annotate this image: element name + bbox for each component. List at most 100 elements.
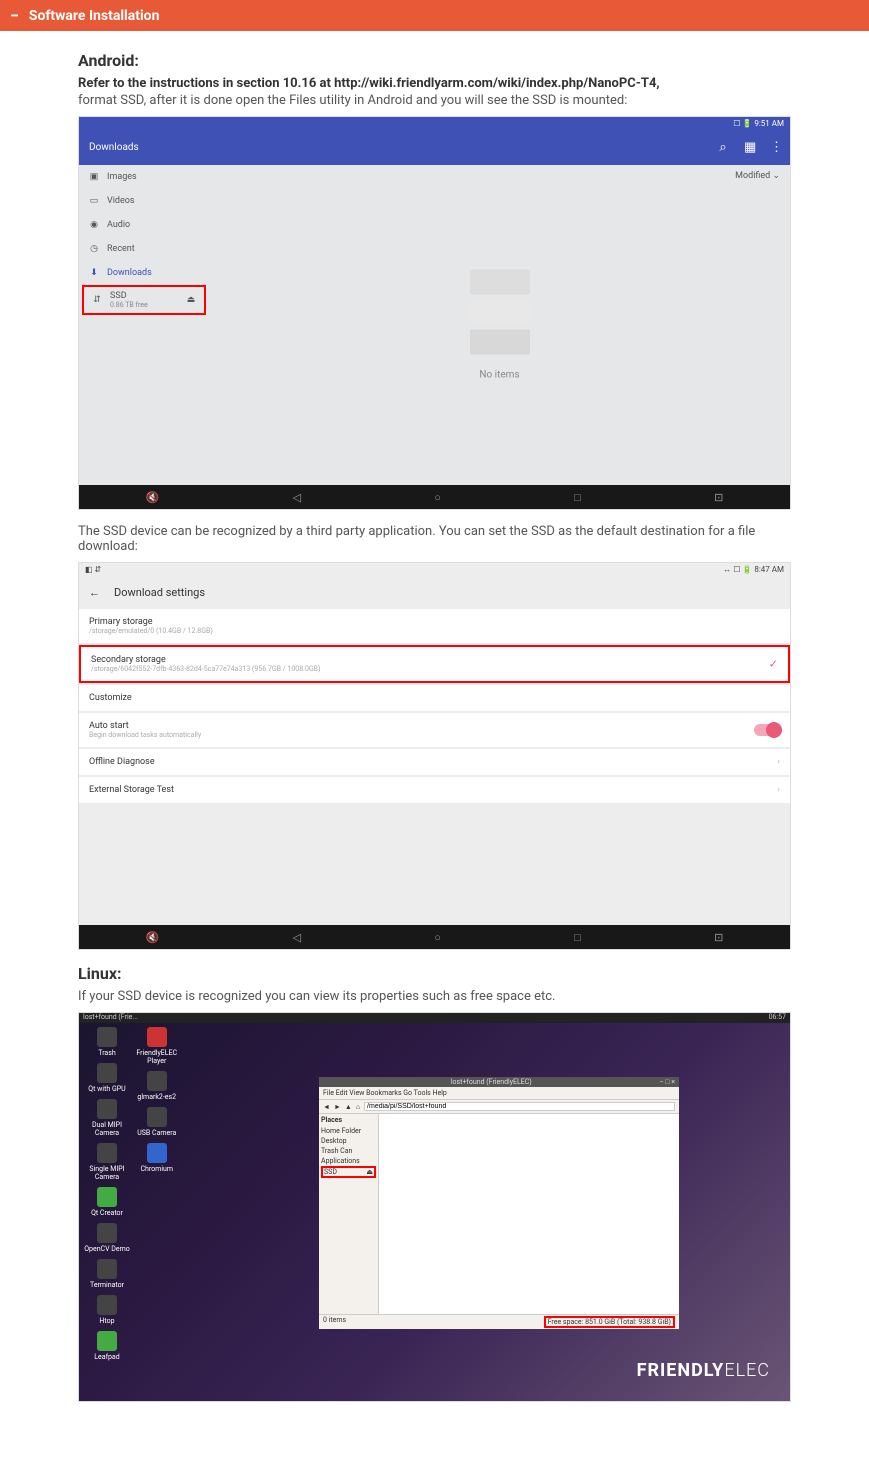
row-offline-diagnose[interactable]: Offline Diagnose› (79, 749, 790, 775)
settings-header: ← Download settings (79, 576, 790, 609)
android-after-1: The SSD device can be recognized by a th… (78, 524, 791, 554)
cabinet-icon (465, 270, 535, 360)
row-primary-storage[interactable]: Primary storage /storage/emulated/0 (10.… (79, 609, 790, 643)
sidebar-item-images[interactable]: ▣Images (79, 165, 209, 189)
row-secondary-storage[interactable]: Secondary storage /storage/6042f552-7dfb… (79, 645, 790, 683)
home-icon[interactable]: ⌂ (356, 1103, 360, 1111)
desktop-icon-singlecam[interactable]: Single MIPI Camera (83, 1143, 131, 1181)
app-bar-title: Downloads (89, 142, 139, 153)
nav-back-icon[interactable]: ◄ (323, 1103, 330, 1111)
sidebar-item-ssd[interactable]: ⇵SSD0.86 TB free ⏏ (82, 285, 206, 315)
android-instructions-2: format SSD, after it is done open the Fi… (78, 93, 791, 108)
linux-heading: Linux: (78, 964, 791, 983)
desktop-icon-usbcam[interactable]: USB Camera (133, 1107, 181, 1137)
search-icon[interactable]: ⌕ (718, 140, 728, 155)
grid-icon[interactable]: ▦ (744, 140, 754, 155)
usb-icon: ⇵ (92, 295, 102, 305)
status-time: 9:51 AM (754, 119, 784, 128)
android-heading: Android: (78, 51, 791, 70)
window-titlebar[interactable]: lost+found (FriendlyELEC)− □ × (319, 1077, 679, 1087)
settings-title: Download settings (114, 586, 205, 599)
desktop-icons: Trash Qt with GPU Dual MIPI Camera Singl… (83, 1027, 181, 1367)
desktop-icon-qt[interactable]: Qt with GPU (83, 1063, 131, 1093)
audio-icon: ◉ (89, 220, 99, 230)
place-ssd[interactable]: SSD⏏ (321, 1166, 376, 1178)
file-manager-window[interactable]: lost+found (FriendlyELEC)− □ × File Edit… (319, 1077, 679, 1329)
nav-up-icon[interactable]: ▲ (345, 1103, 352, 1111)
back-icon[interactable]: ◁ (293, 931, 301, 944)
desktop-icon-opencv[interactable]: OpenCV Demo (83, 1223, 131, 1253)
collapse-icon[interactable]: − (10, 6, 19, 25)
sidebar-item-downloads[interactable]: ⬇Downloads (79, 261, 209, 285)
android-instructions-1: Refer to the instructions in section 10.… (78, 76, 791, 91)
file-list-area: Modified ⌄ No items (209, 165, 790, 485)
chevron-down-icon: ⌄ (772, 171, 780, 181)
home-icon[interactable]: ○ (434, 931, 441, 944)
autostart-toggle[interactable] (754, 724, 780, 736)
vol-icon[interactable]: 🔇 (146, 931, 160, 944)
linux-instructions-1: If your SSD device is recognized you can… (78, 989, 791, 1004)
sidebar: ▣Images ▭Videos ◉Audio ◷Recent ⬇Download… (79, 165, 209, 485)
eject-icon[interactable]: ⏏ (186, 295, 196, 305)
content: Android: Refer to the instructions in se… (0, 31, 869, 1426)
sidebar-item-recent[interactable]: ◷Recent (79, 237, 209, 261)
desktop-icon-player[interactable]: FriendlyELEC Player (133, 1027, 181, 1065)
back-icon[interactable]: ← (89, 586, 100, 599)
back-icon[interactable]: ◁ (293, 491, 301, 504)
image-icon: ▣ (89, 172, 99, 182)
screenshot-icon[interactable]: ⊡ (714, 491, 723, 504)
taskbar-item[interactable]: lost+found (Frie... (83, 1013, 138, 1023)
sidebar-item-videos[interactable]: ▭Videos (79, 189, 209, 213)
window-menu[interactable]: File Edit View Bookmarks Go Tools Help (319, 1087, 679, 1100)
eject-icon[interactable]: ⏏ (366, 1168, 373, 1176)
row-external-storage-test[interactable]: External Storage Test› (79, 777, 790, 803)
recent-icon[interactable]: □ (574, 491, 581, 504)
status-time: 8:47 AM (754, 565, 784, 574)
taskbar: lost+found (Frie... 06:57 (79, 1013, 790, 1023)
sort-modified[interactable]: Modified ⌄ (735, 171, 780, 181)
path-input[interactable] (364, 1102, 675, 1111)
place-apps[interactable]: Applications (321, 1156, 376, 1166)
desktop-icon-terminator[interactable]: Terminator (83, 1259, 131, 1289)
sidebar-item-audio[interactable]: ◉Audio (79, 213, 209, 237)
row-autostart[interactable]: Auto start Begin download tasks automati… (79, 713, 790, 747)
desktop-icon-trash[interactable]: Trash (83, 1027, 131, 1057)
vol-icon[interactable]: 🔇 (146, 491, 160, 504)
android-files-screenshot: ☐ 🔋 9:51 AM Downloads ⌕ ▦ ⋮ ▣Images ▭Vid… (78, 116, 791, 510)
screenshot-icon[interactable]: ⊡ (714, 931, 723, 944)
nav-bar: 🔇 ◁ ○ □ ⊡ (79, 485, 790, 509)
home-icon[interactable]: ○ (434, 491, 441, 504)
desktop-icon-dualcam[interactable]: Dual MIPI Camera (83, 1099, 131, 1137)
recent-icon[interactable]: □ (574, 931, 581, 944)
section-title: Software Installation (29, 8, 160, 24)
file-area (379, 1114, 679, 1314)
more-icon[interactable]: ⋮ (770, 140, 780, 155)
place-home[interactable]: Home Folder (321, 1126, 376, 1136)
desktop-icon-leafpad[interactable]: Leafpad (83, 1331, 131, 1361)
status-items: 0 items (323, 1316, 346, 1328)
row-customize[interactable]: Customize (79, 685, 790, 711)
chevron-right-icon: › (777, 757, 780, 767)
check-icon: ✓ (769, 658, 778, 671)
window-buttons[interactable]: − □ × (660, 1078, 675, 1086)
empty-text: No items (465, 370, 535, 381)
places-sidebar: Places Home Folder Desktop Trash Can App… (319, 1114, 379, 1314)
status-bar: ◧ ⇵↔ ☐ 🔋 8:47 AM (79, 563, 790, 576)
app-bar: Downloads ⌕ ▦ ⋮ (79, 130, 790, 165)
place-trash[interactable]: Trash Can (321, 1146, 376, 1156)
window-statusbar: 0 items Free space: 851.0 GiB (Total: 93… (319, 1314, 679, 1329)
desktop-icon-chromium[interactable]: Chromium (133, 1143, 181, 1173)
linux-desktop-screenshot: lost+found (Frie... 06:57 Trash Qt with G… (78, 1012, 791, 1402)
recent-icon: ◷ (89, 244, 99, 254)
places-label: Places (321, 1116, 376, 1124)
download-settings-screenshot: ◧ ⇵↔ ☐ 🔋 8:47 AM ← Download settings Pri… (78, 562, 791, 950)
desktop-icon-htop[interactable]: Htop (83, 1295, 131, 1325)
nav-bar: 🔇 ◁ ○ □ ⊡ (79, 925, 790, 949)
place-desktop[interactable]: Desktop (321, 1136, 376, 1146)
desktop-icon-qtcreator[interactable]: Qt Creator (83, 1187, 131, 1217)
nav-fwd-icon[interactable]: ► (334, 1103, 341, 1111)
desktop-icon-glmark[interactable]: glmark2-es2 (133, 1071, 181, 1101)
video-icon: ▭ (89, 196, 99, 206)
taskbar-clock: 06:57 (769, 1013, 786, 1023)
section-header[interactable]: − Software Installation (0, 0, 869, 31)
